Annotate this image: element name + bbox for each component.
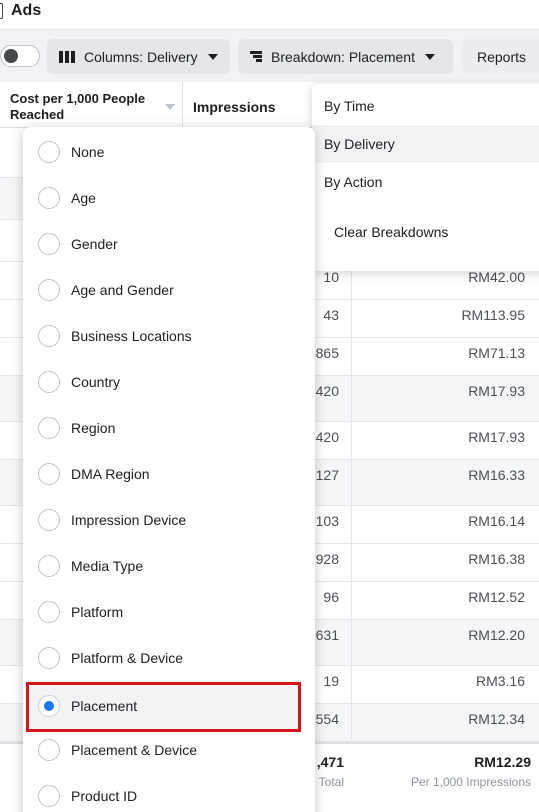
cost-cell: RM16.14 — [468, 513, 525, 529]
reports-button[interactable]: Reports — [461, 39, 539, 74]
column-header-cost[interactable]: Cost per 1,000 People Reached — [10, 91, 170, 123]
submenu-option-platform-and-device[interactable]: Platform & Device — [23, 635, 315, 681]
title-bar: Ads — [0, 0, 539, 30]
impressions-cell: 420 — [315, 383, 339, 399]
option-label: Placement & Device — [71, 742, 198, 758]
columns-icon — [59, 50, 75, 63]
option-label: Platform & Device — [71, 650, 184, 666]
radio-button[interactable] — [38, 371, 60, 393]
window-control-icon[interactable] — [0, 3, 3, 19]
option-label: Age — [71, 190, 96, 206]
impressions-cell: 19 — [323, 673, 339, 689]
radio-button[interactable] — [38, 417, 60, 439]
cost-cell: RM12.52 — [468, 589, 525, 605]
impressions-total: ,471 — [316, 754, 344, 770]
radio-button[interactable] — [38, 601, 60, 623]
breakdown-label: Breakdown: Placement — [271, 48, 415, 65]
submenu-option-country[interactable]: Country — [23, 359, 315, 405]
cost-cell: RM12.34 — [468, 711, 525, 727]
submenu-option-platform[interactable]: Platform — [23, 589, 315, 635]
submenu-option-impression-device[interactable]: Impression Device — [23, 497, 315, 543]
option-label: Region — [71, 420, 116, 436]
radio-button[interactable] — [38, 279, 60, 301]
cost-cell: RM42.00 — [468, 269, 525, 285]
clear-breakdowns-button[interactable]: Clear Breakdowns — [334, 224, 448, 240]
impressions-cell: 865 — [315, 345, 339, 361]
option-label: Media Type — [71, 558, 144, 574]
impressions-cell: 127 — [315, 467, 339, 483]
cost-cell: RM3.16 — [475, 673, 525, 689]
breakdown-menu-item-by-delivery[interactable]: By Delivery — [312, 125, 539, 163]
cost-cell: RM16.38 — [468, 551, 525, 567]
impressions-cell: 10 — [323, 269, 339, 285]
radio-button[interactable] — [38, 325, 60, 347]
page-title: Ads — [11, 2, 42, 19]
submenu-option-dma-region[interactable]: DMA Region — [23, 451, 315, 497]
option-label: Gender — [71, 236, 118, 252]
impressions-cell: 96 — [323, 589, 339, 605]
breakdown-menu-item-by-time[interactable]: By Time — [312, 87, 539, 125]
caret-down-icon — [207, 53, 218, 60]
cost-cell: RM16.33 — [468, 467, 525, 483]
reports-label: Reports — [477, 48, 527, 65]
column-divider — [351, 270, 352, 812]
cost-cell: RM17.93 — [468, 383, 525, 399]
caret-down-icon — [424, 53, 435, 60]
option-label: Impression Device — [71, 512, 187, 528]
submenu-option-media-type[interactable]: Media Type — [23, 543, 315, 589]
impressions-cell: 420 — [315, 429, 339, 445]
submenu-option-gender[interactable]: Gender — [23, 221, 315, 267]
highlight-annotation — [26, 682, 301, 732]
radio-button[interactable] — [38, 555, 60, 577]
impressions-cell: 928 — [315, 551, 339, 567]
submenu-option-placement-and-device[interactable]: Placement & Device — [23, 727, 315, 773]
breakdown-icon — [250, 51, 262, 62]
radio-button[interactable] — [38, 647, 60, 669]
option-label: Platform — [71, 604, 124, 620]
cost-total: RM12.29 — [474, 754, 531, 770]
submenu-option-age-and-gender[interactable]: Age and Gender — [23, 267, 315, 313]
impressions-cell: 43 — [323, 307, 339, 323]
submenu-option-business-locations[interactable]: Business Locations — [23, 313, 315, 359]
submenu-option-product-id[interactable]: Product ID — [23, 773, 315, 812]
radio-button[interactable] — [38, 463, 60, 485]
submenu-option-region[interactable]: Region — [23, 405, 315, 451]
option-label: Product ID — [71, 788, 138, 804]
cost-cell: RM12.20 — [468, 627, 525, 643]
breakdown-menu: By Time By Delivery By Action Clear Brea… — [312, 84, 539, 271]
columns-button[interactable]: Columns: Delivery — [47, 39, 230, 74]
toggle-knob — [4, 49, 18, 63]
impressions-total-label: Total — [318, 775, 344, 789]
submenu-option-none[interactable]: None — [23, 129, 315, 175]
radio-button[interactable] — [38, 509, 60, 531]
column-header-impressions[interactable]: Impressions — [193, 99, 275, 115]
option-label: DMA Region — [71, 466, 150, 482]
option-label: None — [71, 144, 105, 160]
radio-button[interactable] — [38, 233, 60, 255]
view-toggle[interactable] — [0, 45, 40, 67]
cost-total-label: Per 1,000 Impressions — [410, 775, 531, 789]
breakdown-menu-item-by-action[interactable]: By Action — [312, 163, 539, 201]
radio-button[interactable] — [38, 739, 60, 761]
sort-icon[interactable] — [165, 104, 175, 110]
radio-button[interactable] — [38, 187, 60, 209]
toolbar: Columns: Delivery Breakdown: Placement R… — [0, 30, 539, 82]
columns-label: Columns: Delivery — [84, 48, 198, 65]
impressions-cell: 631 — [315, 627, 339, 643]
impressions-cell: 103 — [315, 513, 339, 529]
breakdown-button[interactable]: Breakdown: Placement — [238, 39, 453, 74]
cost-cell: RM113.95 — [461, 307, 525, 323]
radio-button[interactable] — [38, 785, 60, 807]
cost-cell: RM17.93 — [468, 429, 525, 445]
radio-button[interactable] — [38, 141, 60, 163]
option-label: Business Locations — [71, 328, 192, 344]
column-divider — [182, 82, 183, 128]
cost-cell: RM71.13 — [468, 345, 525, 361]
submenu-option-age[interactable]: Age — [23, 175, 315, 221]
option-label: Country — [71, 374, 121, 390]
option-label: Age and Gender — [71, 282, 174, 298]
impressions-cell: 554 — [315, 711, 339, 727]
